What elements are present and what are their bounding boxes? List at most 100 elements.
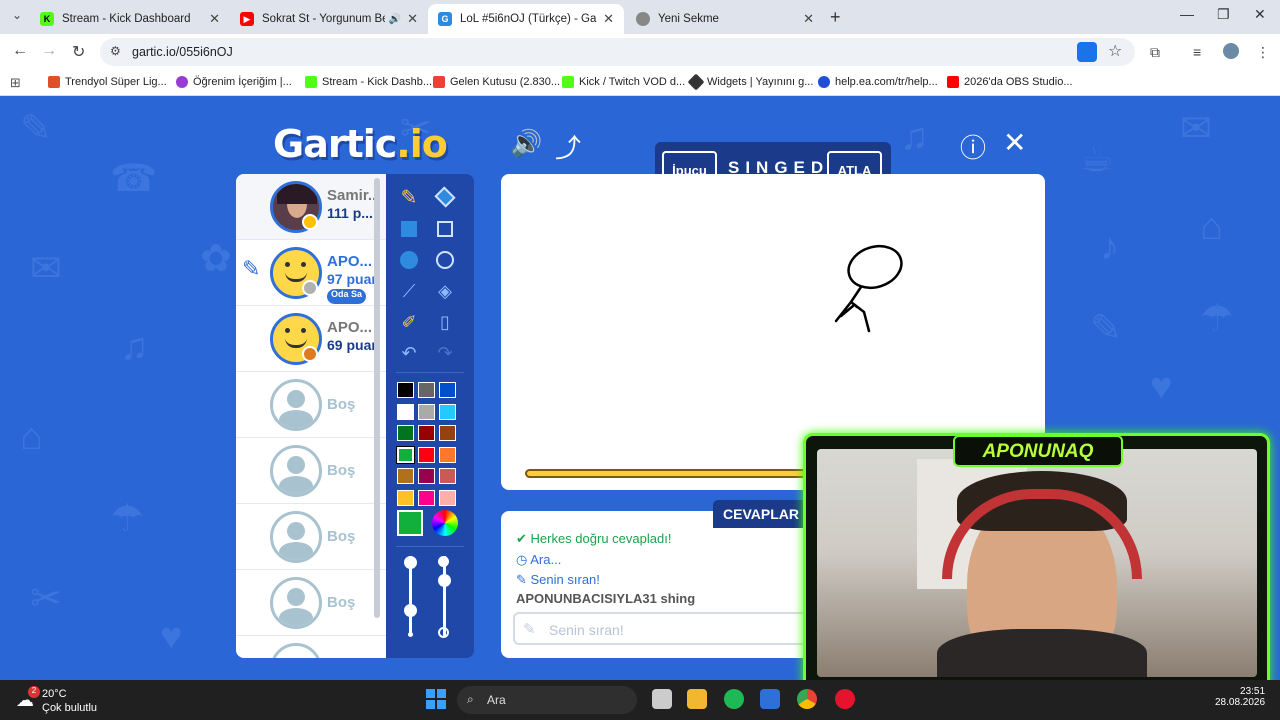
color-swatch[interactable] — [418, 403, 435, 420]
size-slider-handle[interactable] — [404, 556, 417, 569]
exit-icon[interactable]: ✕ — [1003, 126, 1026, 159]
color-swatch[interactable] — [439, 382, 456, 398]
filled-circle-tool-icon[interactable] — [394, 245, 424, 275]
color-swatch[interactable] — [439, 425, 456, 441]
answers-tab[interactable]: CEVAPLAR — [713, 500, 809, 528]
youtube-icon: ▶ — [240, 12, 254, 26]
chrome-taskbar-icon[interactable] — [797, 689, 817, 709]
bookmark-item[interactable]: Gelen Kutusu (2.830... — [433, 76, 560, 88]
recorder-icon[interactable] — [835, 689, 855, 709]
info-icon[interactable]: ⓘ — [960, 128, 986, 165]
close-icon[interactable]: ✕ — [803, 11, 814, 27]
pencil-tool-icon[interactable]: ✎ — [394, 182, 424, 212]
file-explorer-icon[interactable] — [687, 689, 707, 709]
bookmark-star-icon[interactable]: ☆ — [1108, 41, 1122, 61]
color-swatch[interactable] — [418, 425, 435, 441]
speaker-icon[interactable]: 🔊 — [389, 14, 401, 25]
install-app-icon[interactable] — [1077, 42, 1097, 62]
bookmark-item[interactable]: Widgets | Yayınını g... — [687, 73, 813, 91]
new-tab-icon[interactable]: + — [830, 7, 841, 28]
color-swatch[interactable] — [418, 382, 435, 398]
color-swatch[interactable] — [418, 468, 435, 484]
clear-page-icon[interactable]: ▯ — [430, 307, 460, 337]
url-text[interactable]: gartic.io/055i6nOJ — [132, 45, 233, 59]
fill-bucket-icon[interactable]: ◈ — [430, 276, 460, 306]
close-icon[interactable]: ✕ — [407, 11, 418, 27]
forward-icon[interactable]: → — [41, 42, 57, 60]
filled-rect-tool-icon[interactable] — [394, 214, 424, 244]
color-swatch[interactable] — [418, 446, 435, 463]
taskbar-search[interactable]: ⌕ Ara — [457, 686, 637, 714]
task-view-icon[interactable] — [652, 689, 672, 709]
color-swatch[interactable] — [439, 489, 456, 506]
undo-icon[interactable]: ↶ — [394, 338, 424, 368]
player-row[interactable]: APO... 69 puan — [236, 306, 386, 372]
restore-icon[interactable]: ❐ — [1217, 6, 1230, 23]
bookmark-label: help.ea.com/tr/help... — [835, 76, 938, 88]
eraser-tool-icon[interactable] — [430, 182, 460, 212]
close-icon[interactable]: ✕ — [209, 11, 220, 27]
player-list-scrollbar[interactable] — [374, 178, 380, 618]
player-score: 97 puan — [327, 271, 380, 287]
color-swatch[interactable] — [439, 468, 456, 484]
profile-avatar[interactable] — [1223, 43, 1239, 59]
site-info-icon[interactable]: ⚙ — [110, 44, 121, 58]
current-color[interactable] — [397, 510, 423, 536]
size-slider-handle[interactable] — [404, 604, 417, 617]
spotify-icon[interactable] — [724, 689, 744, 709]
color-swatch[interactable] — [397, 425, 414, 441]
bookmark-item[interactable]: help.ea.com/tr/help... — [818, 76, 938, 88]
bookmark-item[interactable]: Stream - Kick Dashb... — [305, 76, 432, 88]
store-icon[interactable] — [760, 689, 780, 709]
tab-new-tab[interactable]: Yeni Sekme ✕ — [626, 4, 824, 34]
color-swatch[interactable] — [418, 489, 435, 506]
menu-icon[interactable]: ⋮ — [1256, 44, 1270, 61]
drawn-body — [834, 285, 871, 333]
color-picker-icon[interactable] — [432, 510, 458, 536]
gartic-logo: Gartic.io — [273, 122, 448, 166]
eyedropper-icon[interactable]: ✐ — [394, 307, 424, 337]
answer-message: ◷ Ara... — [516, 552, 562, 567]
circle-tool-icon[interactable] — [430, 245, 460, 275]
redo-icon[interactable]: ↷ — [430, 338, 460, 368]
apps-grid-icon[interactable]: ⊞ — [10, 75, 21, 91]
rect-tool-icon[interactable] — [430, 214, 460, 244]
close-icon[interactable]: ✕ — [603, 11, 614, 27]
tab-kick-dashboard[interactable]: K Stream - Kick Dashboard ✕ — [30, 4, 230, 34]
bookmark-favicon — [48, 76, 60, 88]
color-swatch[interactable] — [397, 489, 414, 506]
line-tool-icon[interactable]: ⟋ — [394, 276, 424, 306]
opacity-slider-handle[interactable] — [438, 574, 451, 587]
minimize-icon[interactable]: — — [1180, 6, 1194, 22]
address-bar[interactable]: ⚙ gartic.io/055i6nOJ ☆ — [100, 38, 1135, 66]
color-swatch[interactable] — [397, 403, 414, 420]
player-row[interactable]: Samir... 111 p... — [236, 174, 386, 240]
sound-icon[interactable]: 🔊 — [510, 128, 542, 159]
back-icon[interactable]: ← — [12, 42, 28, 60]
media-icon[interactable]: ≡ — [1193, 44, 1201, 60]
answer-input[interactable]: ✎ Senin sıran! — [513, 612, 813, 645]
color-swatch[interactable] — [397, 468, 414, 484]
extensions-icon[interactable]: ⧉ — [1150, 44, 1160, 61]
color-swatch[interactable] — [439, 403, 456, 420]
share-icon[interactable]: ⤴ — [555, 128, 581, 165]
reload-icon[interactable]: ↻ — [72, 42, 85, 62]
bookmark-item[interactable]: Trendyol Süper Lig... — [48, 76, 167, 88]
tab-gartic[interactable]: G LoL #5i6nOJ (Türkçe) - Gartic.io ✕ — [428, 4, 624, 34]
color-swatch[interactable] — [439, 446, 456, 463]
bookmark-item[interactable]: 2026'da OBS Studio... — [947, 76, 1073, 88]
opacity-slider[interactable] — [443, 556, 446, 636]
bookmark-item[interactable]: Öğrenim İçeriğim |... — [176, 76, 292, 88]
tab-title: Stream - Kick Dashboard — [62, 13, 191, 25]
bookmark-item[interactable]: Kick / Twitch VOD d... — [562, 76, 685, 88]
gartic-game: ✎ ☎ ✉ ♫ ⌂ ☂ ✂ ♥ ✿ ☕ ✉ ♪ ⌂ ✎ ☂ ♥ ✂ ♫ Gartic.io 🔊 ⤴ ⓘ … — [0, 96, 1280, 680]
tab-search-icon[interactable]: ⌄ — [12, 8, 22, 22]
tab-youtube[interactable]: ▶ Sokrat St - Yorgunum Ben ( 🔊 ✕ — [230, 4, 428, 34]
color-swatch[interactable] — [397, 382, 414, 398]
check-icon: ✔ — [516, 531, 531, 546]
opacity-slider-handle[interactable] — [438, 556, 449, 567]
window-close-icon[interactable]: ✕ — [1254, 6, 1266, 23]
color-swatch[interactable] — [396, 445, 415, 464]
windows-start-icon[interactable] — [426, 689, 446, 709]
system-clock[interactable]: 23:51 28.08.2026 — [1215, 686, 1265, 708]
